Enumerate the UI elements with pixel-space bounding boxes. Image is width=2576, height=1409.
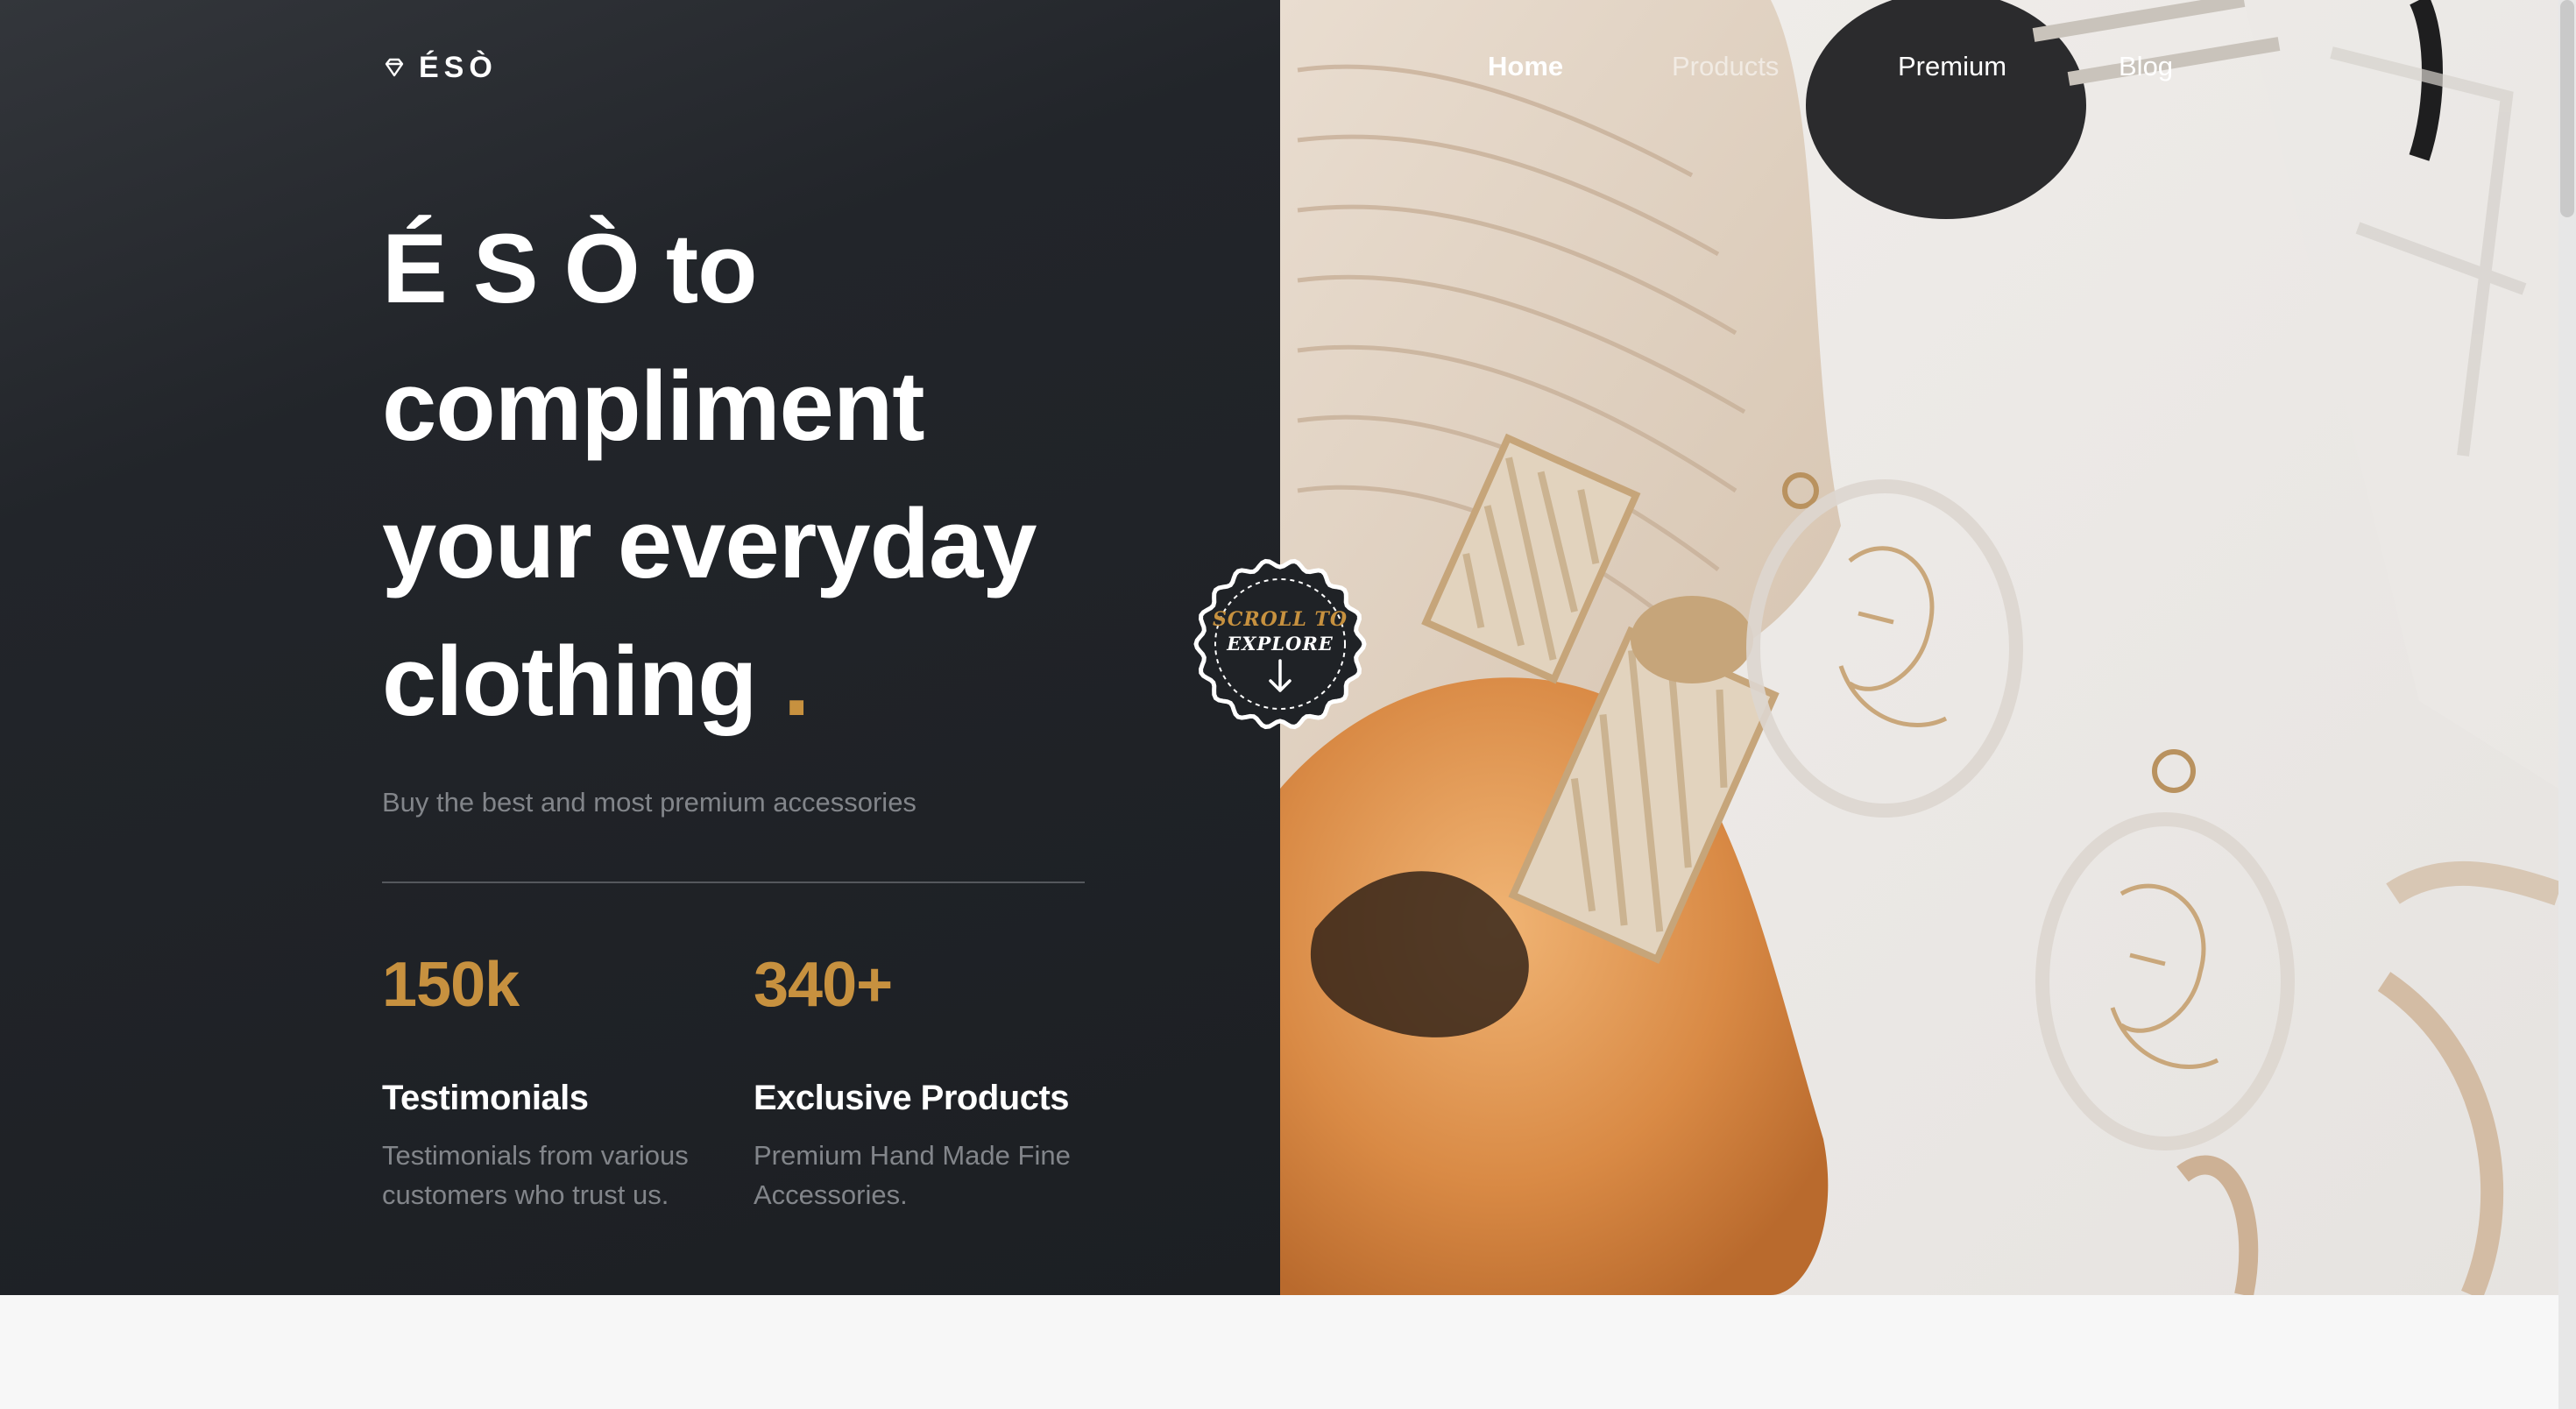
- main-nav: Home Products Premium Blog: [0, 51, 2558, 88]
- headline-accent-dot: .: [782, 627, 810, 736]
- stat-testimonials: 150k Testimonials Testimonials from vari…: [382, 946, 732, 1214]
- stat-description: Premium Hand Made Fine Accessories.: [754, 1136, 1104, 1214]
- nav-item-blog[interactable]: Blog: [2119, 51, 2173, 82]
- stat-value: 150k: [382, 950, 520, 1020]
- headline-last-word: clothing: [382, 627, 757, 736]
- nav-item-premium[interactable]: Premium: [1898, 51, 2006, 82]
- jewelry-photo: [1280, 0, 2558, 1295]
- stat-description: Testimonials from various customers who …: [382, 1136, 732, 1214]
- stat-description-line: Testimonials from various: [382, 1140, 689, 1171]
- badge-line-scroll: SCROLL TO: [1213, 608, 1348, 631]
- badge-line-explore: EXPLORE: [1227, 633, 1334, 655]
- next-section-background: [0, 1295, 2558, 1409]
- nav-item-products[interactable]: Products: [1672, 51, 1779, 82]
- headline-line: compliment: [382, 351, 925, 461]
- badge-label: SCROLL TO EXPLORE: [1192, 608, 1369, 655]
- stat-title: Exclusive Products: [754, 1079, 1070, 1117]
- headline-line: your everyday: [382, 489, 1037, 598]
- hero-divider: [382, 882, 1085, 883]
- stat-description-line: customers who trust us.: [382, 1179, 669, 1210]
- stat-description-line: Premium Hand Made Fine: [754, 1140, 1071, 1171]
- hero-headline: É S Ò to compliment your everyday clothi…: [382, 200, 1171, 750]
- headline-line: É S Ò to: [382, 214, 758, 323]
- hero-subtitle: Buy the best and most premium accessorie…: [382, 787, 916, 818]
- stat-title: Testimonials: [382, 1079, 589, 1117]
- scroll-to-explore-button[interactable]: SCROLL TO EXPLORE: [1192, 556, 1369, 733]
- stat-description-line: Accessories.: [754, 1179, 908, 1210]
- hero-product-image: [1280, 0, 2558, 1295]
- stat-value: 340+: [754, 950, 893, 1020]
- headline-line: clothing .: [382, 612, 1171, 750]
- stat-exclusive-products: 340+ Exclusive Products Premium Hand Mad…: [754, 946, 1104, 1214]
- nav-item-home[interactable]: Home: [1488, 51, 1563, 82]
- arrow-down-icon: [1269, 659, 1292, 692]
- scrollbar-thumb[interactable]: [2560, 0, 2574, 217]
